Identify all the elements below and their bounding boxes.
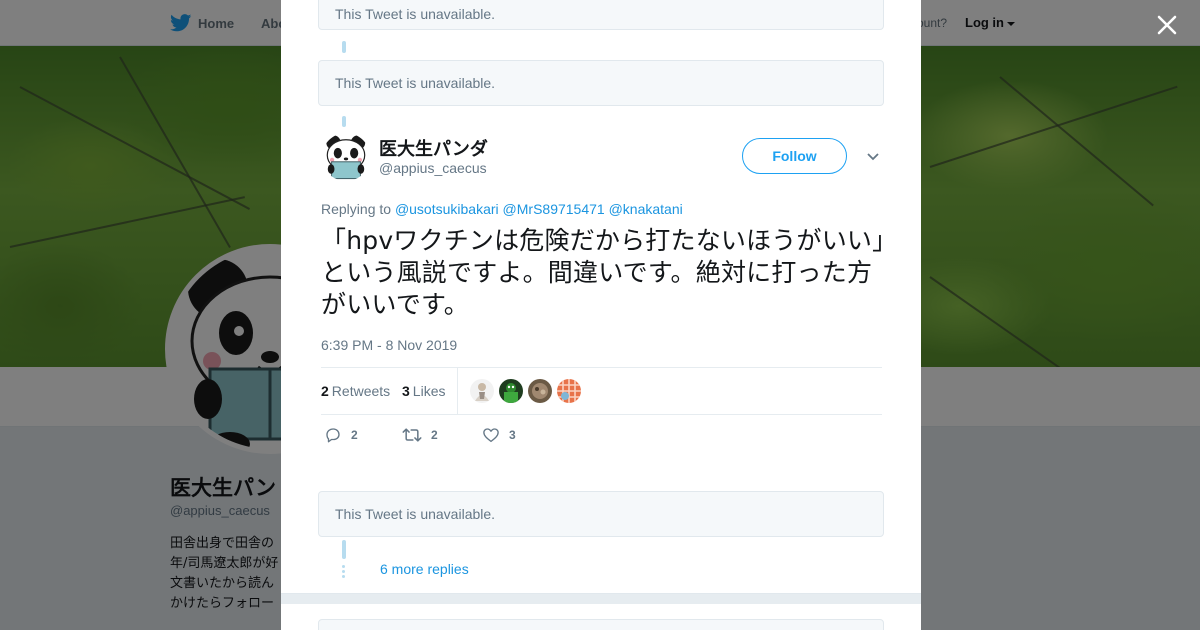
retweets-label: Retweets — [331, 383, 391, 399]
unavailable-text: This Tweet is unavailable. — [335, 506, 496, 522]
section-divider — [281, 593, 921, 604]
liker-avatar-image — [528, 379, 552, 403]
mention-link[interactable]: @MrS89715471 — [503, 201, 605, 217]
close-icon[interactable] — [1155, 13, 1179, 37]
follow-button[interactable]: Follow — [742, 138, 847, 174]
unavailable-tweet: This Tweet is unavailable. — [318, 60, 884, 106]
stats-divider — [457, 368, 458, 415]
liker-avatar[interactable] — [557, 379, 581, 403]
liker-avatar-image — [499, 379, 523, 403]
tweet-modal: This Tweet is unavailable. This Tweet is… — [281, 0, 921, 630]
unavailable-tweet: This Tweet is unavailable. — [318, 491, 884, 537]
unavailable-text: This Tweet is unavailable. — [335, 75, 496, 91]
thread-dots — [342, 565, 346, 580]
panda-avatar-image — [322, 133, 370, 181]
likes-count: 3 — [402, 383, 410, 399]
likes-stat[interactable]: 3 Likes — [402, 383, 445, 399]
reply-icon — [326, 428, 340, 443]
retweet-count: 2 — [431, 428, 438, 442]
unavailable-text: This Tweet is unavailable. — [335, 6, 496, 22]
likes-label: Likes — [412, 383, 446, 399]
replying-to: Replying to @usotsukibakari @MrS89715471… — [321, 201, 683, 217]
liker-avatar[interactable] — [528, 379, 552, 403]
author-name[interactable]: 医大生パンダ — [379, 135, 488, 161]
retweet-action[interactable]: 2 — [402, 426, 438, 444]
like-action[interactable]: 3 — [482, 426, 516, 444]
more-replies-link[interactable]: 6 more replies — [380, 561, 469, 577]
reply-action[interactable]: 2 — [324, 426, 358, 444]
unavailable-tweet: This Tweet is unavailable. — [318, 0, 884, 30]
author-handle[interactable]: @appius_caecus — [379, 160, 487, 176]
mention-link[interactable]: @usotsukibakari — [395, 201, 499, 217]
retweet-icon — [402, 428, 422, 442]
retweets-stat[interactable]: 2 Retweets — [321, 383, 390, 399]
tweet-text: 「hpvワクチンは危険だから打たないほうがいい」という風説ですよ。間違いです。絶… — [321, 226, 885, 319]
liker-avatar[interactable] — [499, 379, 523, 403]
liker-avatar-image — [557, 379, 581, 403]
next-tweet-box — [318, 619, 884, 630]
retweets-count: 2 — [321, 383, 329, 399]
thread-connector — [342, 41, 346, 53]
reply-count: 2 — [351, 428, 358, 442]
tweet-timestamp[interactable]: 6:39 PM - 8 Nov 2019 — [321, 337, 457, 353]
liker-avatar-image — [470, 379, 494, 403]
chevron-down-icon[interactable] — [865, 150, 881, 164]
mention-link[interactable]: @knakatani — [609, 201, 683, 217]
author-avatar[interactable] — [322, 133, 370, 181]
thread-connector — [342, 116, 346, 127]
heart-icon — [483, 428, 499, 443]
replying-prefix: Replying to — [321, 201, 392, 217]
thread-connector — [342, 540, 346, 559]
like-count: 3 — [509, 428, 516, 442]
liker-avatar[interactable] — [470, 379, 494, 403]
tweet-stats: 2 Retweets 3 Likes — [321, 367, 882, 415]
